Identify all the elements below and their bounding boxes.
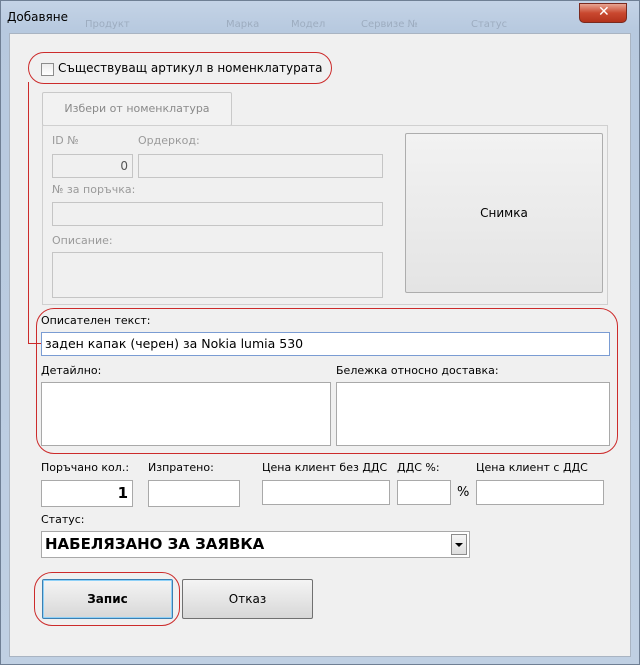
ordered-qty-label: Поръчано кол.: xyxy=(41,461,130,474)
existing-article-label: Съществуващ артикул в номенклатурата xyxy=(58,61,323,75)
order-number-label: № за поръчка: xyxy=(52,183,136,196)
background-hint: Марка xyxy=(226,19,260,30)
price-vat-input[interactable] xyxy=(476,480,604,505)
status-label: Статус: xyxy=(41,513,85,526)
vat-input[interactable] xyxy=(397,480,451,505)
photo-button[interactable]: Снимка xyxy=(405,133,603,293)
id-label: ID № xyxy=(52,134,79,147)
ordercode-field[interactable] xyxy=(138,154,383,178)
chevron-down-icon xyxy=(455,543,463,547)
price-vat-label: Цена клиент с ДДС xyxy=(476,461,588,474)
background-hint: Сервизе № xyxy=(361,19,418,30)
order-number-field[interactable] xyxy=(52,202,383,226)
window-title: Добавяне xyxy=(7,10,68,24)
connector-line xyxy=(28,82,29,344)
delivery-note-textarea[interactable] xyxy=(336,382,610,446)
select-from-nomenclature-button[interactable]: Избери от номенклатура xyxy=(42,92,232,126)
detailed-textarea[interactable] xyxy=(41,382,331,446)
description-label: Описание: xyxy=(52,234,113,247)
background-hint: Модел xyxy=(291,19,326,30)
dialog-body: Съществуващ артикул в номенклатурата Изб… xyxy=(9,33,631,657)
status-value: НАБЕЛЯЗАНО ЗА ЗАЯВКА xyxy=(45,535,265,553)
close-icon: ✕ xyxy=(598,4,610,20)
status-select[interactable]: НАБЕЛЯЗАНО ЗА ЗАЯВКА xyxy=(41,531,470,558)
descriptive-text-input[interactable]: заден капак (черен) за Nokia lumia 530 xyxy=(41,332,610,356)
descriptive-text-label: Описателен текст: xyxy=(41,314,151,327)
ordered-qty-input[interactable]: 1 xyxy=(41,480,133,507)
sent-label: Изпратено: xyxy=(148,461,214,474)
description-field[interactable] xyxy=(52,252,383,298)
price-no-vat-label: Цена клиент без ДДС xyxy=(262,461,388,474)
price-no-vat-input[interactable] xyxy=(262,480,390,505)
percent-sign: % xyxy=(457,485,470,500)
dialog-window: Добавяне Продукт Марка Модел Сервизе № С… xyxy=(0,0,640,665)
background-hint: Статус xyxy=(471,19,508,30)
cancel-button[interactable]: Отказ xyxy=(182,579,313,619)
title-bar[interactable]: Добавяне Продукт Марка Модел Сервизе № С… xyxy=(1,1,639,33)
existing-article-checkbox[interactable] xyxy=(41,63,54,76)
delivery-note-label: Бележка относно доставка: xyxy=(336,364,499,377)
background-hint: Продукт xyxy=(85,19,130,30)
sent-input[interactable] xyxy=(148,480,240,507)
id-field[interactable]: 0 xyxy=(52,154,133,178)
vat-label: ДДС %: xyxy=(397,461,440,474)
ordercode-label: Ордеркод: xyxy=(138,134,200,147)
detailed-label: Детайлно: xyxy=(41,364,102,377)
close-button[interactable]: ✕ xyxy=(579,3,627,23)
connector-line xyxy=(28,343,42,344)
dropdown-button[interactable] xyxy=(451,534,467,555)
save-button[interactable]: Запис xyxy=(42,579,173,619)
